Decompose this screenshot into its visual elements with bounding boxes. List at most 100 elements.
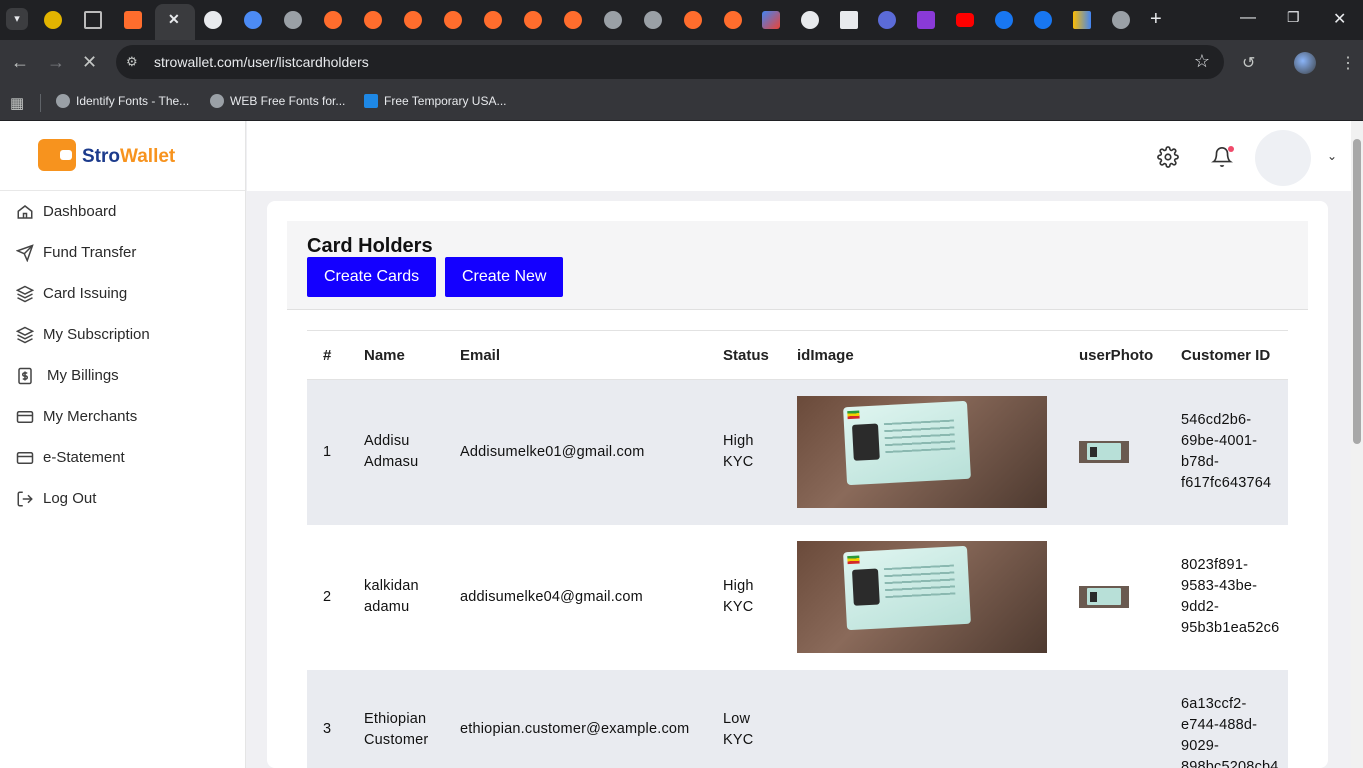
status-line: KYC [723,731,754,748]
sidebar-item-my-subscription[interactable]: My Subscription [0,314,245,355]
name-line: Ethiopian [364,710,427,727]
tab-favicon[interactable] [244,11,262,29]
sidebar-item-e-statement[interactable]: e-Statement [0,437,245,478]
sidebar-item-label: Fund Transfer [43,244,137,261]
scrollbar-thumb[interactable] [1353,139,1361,444]
status-line: High [723,578,754,594]
app-viewport: StroWallet Dashboard Fund Transfer Card … [0,121,1363,768]
tab-favicon[interactable] [724,11,742,29]
tab-favicon[interactable] [840,11,858,29]
chevron-down-icon[interactable]: ⌄ [1327,149,1337,163]
name-line: adamu [364,599,410,615]
settings-gear-icon[interactable] [1157,146,1179,168]
bookmark-item[interactable]: Free Temporary USA... [364,94,506,108]
column-header[interactable]: # [307,330,348,380]
address-bar[interactable]: ⚙ strowallet.com/user/listcardholders ☆ [116,45,1224,79]
tab-favicon[interactable] [564,11,582,29]
restore-icon[interactable]: ❐ [1287,9,1300,26]
customer-id: 6a13ccf2- e744-488d- 9029- 898bc5208cb4 [1165,669,1288,768]
profile-icon[interactable] [1294,52,1316,74]
bookmark-item[interactable]: Identify Fonts - The... [56,94,189,108]
tab-favicon[interactable] [404,11,422,29]
cid-line: 9dd2- [1181,599,1220,615]
page-scrollbar[interactable] [1351,121,1363,768]
customer-id: 8023f891- 9583-43be- 9dd2- 95b3b1ea52c6 [1165,524,1288,670]
kyc-status: High KYC [707,524,781,670]
logo-text-part2: Wallet [120,146,176,167]
tab-favicon[interactable] [444,11,462,29]
tab-favicon[interactable] [324,11,342,29]
tab-favicon[interactable] [44,11,62,29]
sidebar-item-my-merchants[interactable]: My Merchants [0,396,245,437]
panel-header: Card Holders Create Cards Create New [287,221,1308,310]
github-tab-icon[interactable] [204,11,222,29]
facebook-tab-icon[interactable] [1034,11,1052,29]
tab-favicon[interactable] [124,11,142,29]
gemini-tab-icon[interactable] [762,11,780,29]
column-header[interactable]: Name [348,330,444,380]
tab-search-button[interactable]: ▾ [6,8,28,30]
cid-line: 8023f891- [1181,557,1249,573]
browser-tab-strip: ▾ ✕ + — ❐ ✕ [0,0,1363,40]
id-card-image[interactable] [797,396,1047,509]
site-info-icon[interactable]: ⚙ [126,54,142,70]
tab-favicon[interactable] [644,11,662,29]
facebook-tab-icon[interactable] [995,11,1013,29]
create-cards-button[interactable]: Create Cards [307,257,437,297]
stop-loading-icon[interactable]: ✕ [82,53,97,71]
sidebar-item-fund-transfer[interactable]: Fund Transfer [0,232,245,273]
sidebar-item-label: Card Issuing [43,285,128,302]
table-row[interactable]: 2 kalkidan adamu addisumelke04@gmail.com … [307,524,1288,670]
logo[interactable]: StroWallet [0,121,245,191]
kyc-status: High KYC [707,379,781,525]
minimize-icon[interactable]: — [1240,9,1256,27]
user-photo-thumbnail[interactable] [1079,586,1129,608]
chrome-menu-icon[interactable]: ⋮ [1340,53,1356,73]
new-tab-icon[interactable]: + [1150,8,1162,31]
analytics-tab-icon[interactable] [1073,11,1091,29]
sidebar-item-log-out[interactable]: Log Out [0,478,245,519]
notification-badge [1228,146,1234,152]
card-holders-panel: Card Holders Create Cards Create New # N… [267,201,1328,768]
table-row[interactable]: 1 Addisu Admasu Addisumelke01@gmail.com H… [307,379,1288,525]
github-tab-icon[interactable] [801,11,819,29]
forward-icon[interactable]: → [47,53,65,71]
table-row[interactable]: 3 Ethiopian Customer ethiopian.customer@e… [307,669,1288,768]
bookmark-star-icon[interactable]: ☆ [1194,51,1210,72]
tab-favicon[interactable] [284,11,302,29]
tab-favicon[interactable] [917,11,935,29]
bookmark-favicon [364,94,378,108]
mail-tab-icon[interactable] [84,11,102,29]
tab-favicon[interactable] [604,11,622,29]
thumb-photo [1090,447,1097,458]
tab-close-icon[interactable]: ✕ [168,11,180,28]
tab-favicon[interactable] [524,11,542,29]
id-card-image[interactable] [797,541,1047,653]
tab-favicon[interactable] [878,11,896,29]
back-icon[interactable]: ← [11,53,29,71]
apps-grid-icon[interactable]: ▦ [10,94,24,112]
tab-favicon[interactable] [1112,11,1130,29]
user-photo-thumbnail[interactable] [1079,441,1129,464]
tab-favicon[interactable] [484,11,502,29]
create-new-button[interactable]: Create New [445,257,564,297]
send-icon [16,243,34,262]
bookmark-item[interactable]: WEB Free Fonts for... [210,94,345,108]
url-text[interactable]: strowallet.com/user/listcardholders [154,54,369,70]
column-header[interactable]: Status [707,330,781,380]
column-header[interactable]: Customer ID [1165,330,1288,380]
youtube-tab-icon[interactable] [956,13,974,27]
user-avatar[interactable] [1255,130,1311,186]
tab-favicon[interactable] [684,11,702,29]
sidebar-item-card-issuing[interactable]: Card Issuing [0,273,245,314]
id-card-shape [843,545,971,631]
globe-icon [56,94,70,108]
history-icon[interactable]: ↺ [1242,53,1255,73]
sidebar-item-my-billings[interactable]: My Billings [0,355,245,396]
sidebar-item-dashboard[interactable]: Dashboard [0,191,245,232]
column-header[interactable]: userPhoto [1063,330,1165,380]
tab-favicon[interactable] [364,11,382,29]
window-close-icon[interactable]: ✕ [1333,9,1346,29]
column-header[interactable]: idImage [781,330,1063,380]
column-header[interactable]: Email [444,330,707,380]
